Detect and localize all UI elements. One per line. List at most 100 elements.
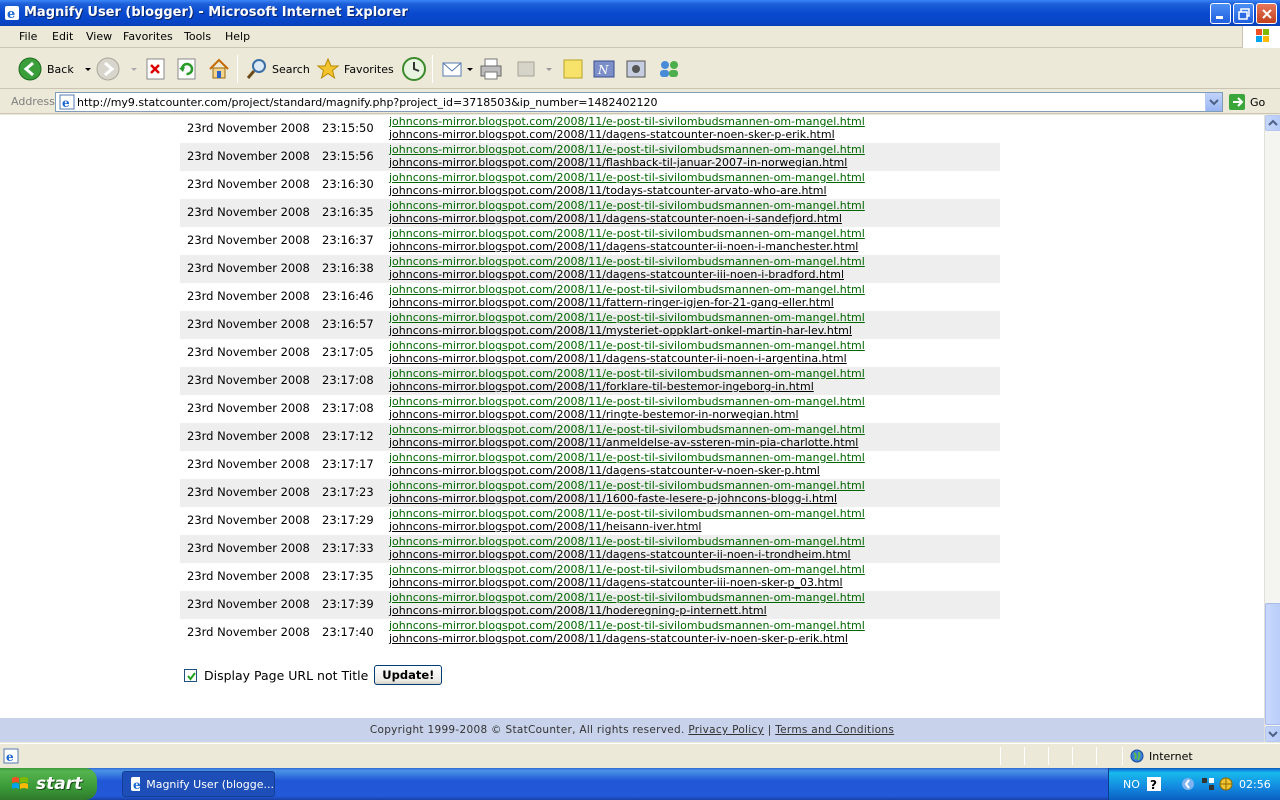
tools-button[interactable] [624, 55, 650, 83]
svg-text:e: e [6, 750, 14, 764]
visited-page-link[interactable]: johncons-mirror.blogspot.com/2008/11/tod… [389, 184, 827, 197]
entry-page-link[interactable]: johncons-mirror.blogspot.com/2008/11/e-p… [389, 479, 865, 492]
entry-page-link[interactable]: johncons-mirror.blogspot.com/2008/11/e-p… [389, 367, 865, 380]
copyright-text: Copyright 1999-2008 © StatCounter, All r… [369, 724, 685, 736]
discuss-button[interactable] [561, 55, 585, 83]
entry-page-link[interactable]: johncons-mirror.blogspot.com/2008/11/e-p… [389, 171, 865, 184]
back-arrow-icon[interactable] [1181, 777, 1195, 791]
visit-date: 23rd November 2008 [187, 597, 310, 611]
refresh-button[interactable] [176, 55, 198, 83]
address-dropdown-button[interactable] [1205, 93, 1222, 111]
menu-tools[interactable]: Tools [184, 30, 211, 43]
menu-file[interactable]: File [19, 30, 37, 43]
start-button[interactable]: start [0, 768, 97, 800]
visit-date: 23rd November 2008 [187, 317, 310, 331]
entry-page-link[interactable]: johncons-mirror.blogspot.com/2008/11/e-p… [389, 591, 865, 604]
minimize-button[interactable] [1210, 3, 1231, 24]
entry-page-link[interactable]: johncons-mirror.blogspot.com/2008/11/e-p… [389, 535, 865, 548]
entry-page-link[interactable]: johncons-mirror.blogspot.com/2008/11/e-p… [389, 395, 865, 408]
visited-page-link[interactable]: johncons-mirror.blogspot.com/2008/11/fat… [389, 296, 834, 309]
visit-time: 23:17:17 [322, 457, 374, 471]
entry-page-link[interactable]: johncons-mirror.blogspot.com/2008/11/e-p… [389, 283, 865, 296]
taskbar-item-ie[interactable]: e Magnify User (blogge... [122, 771, 275, 797]
status-bar: e Internet [0, 743, 1280, 767]
entry-page-link[interactable]: johncons-mirror.blogspot.com/2008/11/e-p… [389, 311, 865, 324]
entry-page-link[interactable]: johncons-mirror.blogspot.com/2008/11/e-p… [389, 619, 865, 632]
language-indicator[interactable]: NO [1123, 778, 1140, 791]
go-button[interactable]: Go [1228, 93, 1265, 111]
entry-page-link[interactable]: johncons-mirror.blogspot.com/2008/11/e-p… [389, 563, 865, 576]
search-button[interactable]: Search [245, 55, 310, 83]
visited-page-link[interactable]: johncons-mirror.blogspot.com/2008/11/hod… [389, 604, 767, 617]
visited-page-link[interactable]: johncons-mirror.blogspot.com/2008/11/dag… [389, 576, 843, 589]
vertical-scrollbar[interactable] [1264, 115, 1280, 742]
stop-button[interactable] [145, 55, 167, 83]
mail-button[interactable] [441, 55, 475, 83]
entry-page-link[interactable]: johncons-mirror.blogspot.com/2008/11/e-p… [389, 255, 865, 268]
chevron-down-icon [546, 68, 552, 71]
visited-page-link[interactable]: johncons-mirror.blogspot.com/2008/11/fla… [389, 156, 847, 169]
terms-link[interactable]: Terms and Conditions [775, 724, 894, 736]
visited-page-link[interactable]: johncons-mirror.blogspot.com/2008/11/dag… [389, 240, 858, 253]
close-window-button[interactable] [1256, 3, 1277, 24]
favorites-button[interactable]: Favorites [316, 55, 394, 83]
entry-page-link[interactable]: johncons-mirror.blogspot.com/2008/11/e-p… [389, 143, 865, 156]
scroll-thumb[interactable] [1265, 603, 1280, 725]
forward-button[interactable] [96, 55, 140, 83]
refresh-icon [177, 58, 196, 80]
edit-button[interactable] [514, 55, 554, 83]
visited-page-link[interactable]: johncons-mirror.blogspot.com/2008/11/for… [389, 380, 814, 393]
page-icon: e [59, 94, 75, 110]
visit-time: 23:17:08 [322, 401, 374, 415]
entry-page-link[interactable]: johncons-mirror.blogspot.com/2008/11/e-p… [389, 199, 865, 212]
visit-time: 23:17:39 [322, 597, 374, 611]
visited-page-link[interactable]: johncons-mirror.blogspot.com/2008/11/dag… [389, 352, 847, 365]
visited-page-link[interactable]: johncons-mirror.blogspot.com/2008/11/dag… [389, 212, 842, 225]
menu-view[interactable]: View [86, 30, 112, 43]
home-button[interactable] [207, 55, 231, 83]
status-separator [1096, 747, 1097, 765]
globe-icon[interactable] [1219, 777, 1233, 791]
table-row: 23rd November 2008 23:17:08 johncons-mirro… [180, 395, 1000, 423]
visited-page-link[interactable]: johncons-mirror.blogspot.com/2008/11/dag… [389, 268, 844, 281]
entry-page-link[interactable]: johncons-mirror.blogspot.com/2008/11/e-p… [389, 423, 865, 436]
menu-help[interactable]: Help [225, 30, 250, 43]
privacy-policy-link[interactable]: Privacy Policy [688, 724, 764, 736]
network-icon[interactable] [1201, 777, 1215, 791]
visited-page-link[interactable]: johncons-mirror.blogspot.com/2008/11/hei… [389, 520, 702, 533]
visited-page-link[interactable]: johncons-mirror.blogspot.com/2008/11/160… [389, 492, 837, 505]
zone-label: Internet [1149, 749, 1193, 763]
entry-page-link[interactable]: johncons-mirror.blogspot.com/2008/11/e-p… [389, 507, 865, 520]
table-row: 23rd November 2008 23:17:08 johncons-mirro… [180, 367, 1000, 395]
visited-page-link[interactable]: johncons-mirror.blogspot.com/2008/11/mys… [389, 324, 852, 337]
visited-page-link[interactable]: johncons-mirror.blogspot.com/2008/11/rin… [389, 408, 799, 421]
print-button[interactable] [478, 55, 504, 83]
back-button[interactable]: Back [18, 55, 94, 83]
help-icon[interactable]: ? [1147, 777, 1161, 791]
chevron-down-icon [131, 68, 137, 71]
messenger-button[interactable] [657, 55, 683, 83]
scroll-up-button[interactable] [1265, 115, 1280, 131]
scroll-down-button[interactable] [1265, 726, 1280, 742]
visited-page-link[interactable]: johncons-mirror.blogspot.com/2008/11/dag… [389, 632, 848, 645]
display-url-checkbox[interactable] [184, 668, 197, 682]
visited-page-link[interactable]: johncons-mirror.blogspot.com/2008/11/anm… [389, 436, 858, 449]
visit-date: 23rd November 2008 [187, 541, 310, 555]
visit-date: 23rd November 2008 [187, 261, 310, 275]
entry-page-link[interactable]: johncons-mirror.blogspot.com/2008/11/e-p… [389, 339, 865, 352]
menu-edit[interactable]: Edit [52, 30, 73, 43]
entry-page-link[interactable]: johncons-mirror.blogspot.com/2008/11/e-p… [389, 115, 865, 128]
entry-page-link[interactable]: johncons-mirror.blogspot.com/2008/11/e-p… [389, 451, 865, 464]
update-button[interactable]: Update! [374, 665, 443, 685]
ie-icon: e [5, 6, 19, 21]
research-button[interactable]: N [592, 55, 618, 83]
menu-favorites[interactable]: Favorites [123, 30, 173, 43]
visited-page-link[interactable]: johncons-mirror.blogspot.com/2008/11/dag… [389, 548, 851, 561]
visited-page-link[interactable]: johncons-mirror.blogspot.com/2008/11/dag… [389, 464, 820, 477]
window-title: Magnify User (blogger) - Microsoft Inter… [24, 5, 408, 20]
visited-page-link[interactable]: johncons-mirror.blogspot.com/2008/11/dag… [389, 128, 835, 141]
history-button[interactable] [401, 55, 427, 83]
entry-page-link[interactable]: johncons-mirror.blogspot.com/2008/11/e-p… [389, 227, 865, 240]
address-input[interactable]: e http://my9.statcounter.com/project/sta… [55, 92, 1223, 112]
restore-button[interactable] [1233, 3, 1254, 24]
